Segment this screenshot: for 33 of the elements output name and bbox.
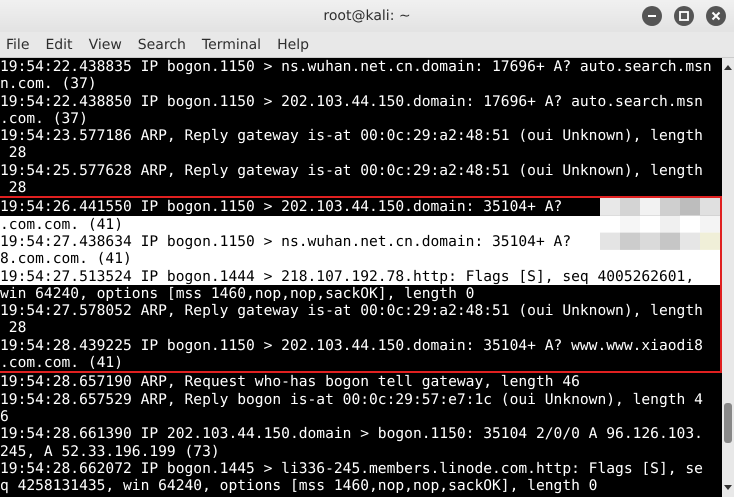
terminal-line: n.com. (37) bbox=[0, 75, 98, 93]
terminal-line: 19:54:27.578052 ARP, Reply gateway is-at 00:0c:29:a2:48:51 (oui Unknown), length bbox=[0, 302, 704, 320]
menu-item[interactable]: File bbox=[6, 36, 30, 52]
terminal-line: 6 bbox=[0, 408, 10, 426]
menu-item[interactable]: View bbox=[88, 36, 122, 52]
terminal-line: 19:54:28.439225 IP bogon.1150 > 202.103.44.150.domain: 35104+ A? www.www.xiaodi8 bbox=[0, 336, 704, 354]
terminal-line: 19:54:25.577628 ARP, Reply gateway is-at 00:0c:29:a2:48:51 (oui Unknown), length bbox=[0, 162, 704, 180]
terminal-line: 245, A 52.33.196.199 (73) bbox=[0, 442, 221, 460]
menu-item[interactable]: Edit bbox=[45, 36, 73, 52]
terminal-line: 19:54:28.662072 IP bogon.1445 > li336-245.members.linode.com.http: Flags [S], se bbox=[0, 460, 704, 478]
scrollbar[interactable] bbox=[722, 58, 734, 497]
terminal-line: q 4258131435, win 64240, options [mss 1460,nop,nop,sackOK], length 0 bbox=[0, 477, 598, 494]
minimize-icon[interactable] bbox=[642, 6, 662, 26]
terminal-line: 28 bbox=[8, 319, 28, 337]
window-title: root@kali: ~ bbox=[323, 8, 411, 24]
scroll-thumb[interactable] bbox=[724, 403, 732, 443]
terminal-line: 19:54:28.661390 IP 202.103.44.150.domain > bogon.1150: 35104 2/0/0 A 96.126.103. bbox=[0, 425, 704, 443]
terminal-line: .com. (37) bbox=[0, 110, 89, 128]
menu-item[interactable]: Search bbox=[138, 36, 186, 52]
terminal-line: 28 bbox=[8, 179, 28, 196]
menu-item[interactable]: Terminal bbox=[202, 36, 262, 52]
terminal-line: win 64240, options [mss 1460,nop,nop,sackOK], length 0 bbox=[0, 284, 476, 302]
terminal-line: 19:54:26.441550 IP bogon.1150 > 202.103.44.150.domain: 35104+ A? bbox=[0, 198, 564, 216]
terminal-line: .com.com. (41) bbox=[0, 354, 124, 372]
terminal-line: 19:54:22.438835 IP bogon.1150 > ns.wuhan.net.cn.domain: 17696+ A? auto.search.msn bbox=[0, 58, 713, 76]
terminal-line: 19:54:28.657190 ARP, Request who-has bogon tell gateway, length 46 bbox=[0, 373, 581, 391]
terminal-line: 19:54:22.438850 IP bogon.1150 > 202.103.44.150.domain: 17696+ A? auto.search.msn bbox=[0, 92, 704, 110]
terminal-line: 28 bbox=[8, 144, 28, 162]
terminal-line: 19:54:28.657529 ARP, Reply bogon is-at 00:0c:29:57:e7:1c (oui Unknown), length 4 bbox=[0, 390, 704, 408]
close-icon[interactable] bbox=[706, 6, 726, 26]
maximize-icon[interactable] bbox=[674, 6, 694, 26]
terminal-line: 19:54:23.577186 ARP, Reply gateway is-at 00:0c:29:a2:48:51 (oui Unknown), length bbox=[0, 127, 704, 144]
menu-item[interactable]: Help bbox=[277, 36, 309, 52]
